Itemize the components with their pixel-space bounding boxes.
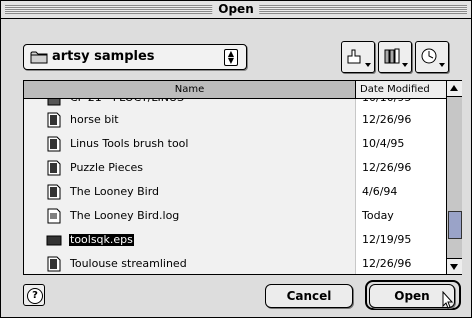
scroll-down-button[interactable] — [447, 258, 462, 274]
favorites-icon — [384, 48, 400, 64]
list-item[interactable]: horse bit 12/26/96 — [24, 108, 446, 132]
list-header: Name Date Modified — [24, 81, 446, 99]
recent-icon — [421, 48, 437, 64]
file-date: 12/26/96 — [362, 257, 412, 270]
file-date: 4/6/94 — [362, 185, 398, 198]
file-date: 12/19/95 — [362, 233, 412, 246]
favorites-button[interactable] — [378, 41, 412, 73]
file-date: 10/4/95 — [362, 137, 405, 150]
file-icon — [47, 99, 61, 106]
scroll-up-button[interactable] — [447, 81, 462, 97]
document-icon — [47, 184, 61, 200]
file-name: Puzzle Pieces — [70, 161, 144, 174]
folder-name: artsy samples — [52, 49, 155, 64]
mouse-pointer-icon — [442, 291, 454, 309]
vertical-scrollbar[interactable] — [446, 81, 462, 274]
file-rows: CP 21 - FLOCY/LINUS 10/10/95 horse bit 1… — [24, 99, 446, 274]
help-button[interactable]: ? — [23, 284, 45, 306]
list-item[interactable]: The Looney Bird.log Today — [24, 204, 446, 228]
help-icon: ? — [27, 288, 43, 304]
popup-arrows-icon: ▲ ▼ — [224, 49, 238, 66]
recent-button[interactable] — [415, 41, 449, 73]
name-column-header[interactable]: Name — [24, 81, 356, 98]
file-name: toolsqk.eps — [69, 233, 134, 246]
eps-file-icon — [46, 235, 62, 246]
folder-icon — [30, 51, 48, 64]
shortcuts-button[interactable] — [341, 41, 375, 73]
file-date: 12/26/96 — [362, 161, 412, 174]
file-name: The Looney Bird.log — [70, 209, 180, 222]
chevron-down-icon — [402, 63, 408, 67]
document-icon — [47, 160, 61, 176]
file-name: The Looney Bird — [70, 185, 160, 198]
open-dialog: Open artsy samples ▲ ▼ Name Date Modifie… — [0, 0, 472, 318]
file-name: Toulouse streamlined — [70, 257, 187, 270]
file-date: 12/26/96 — [362, 113, 412, 126]
dialog-title: Open — [212, 1, 260, 18]
folder-popup[interactable]: artsy samples ▲ ▼ — [23, 44, 247, 70]
document-icon — [47, 112, 61, 128]
file-name: horse bit — [70, 113, 119, 126]
file-list[interactable]: Name Date Modified CP 21 - FLOCY/LINUS 1… — [23, 80, 462, 275]
document-icon — [47, 136, 61, 152]
arrow-up-icon — [450, 85, 458, 91]
file-date: Today — [362, 209, 394, 222]
list-item[interactable]: Linus Tools brush tool 10/4/95 — [24, 132, 446, 156]
title-bar[interactable]: Open — [1, 1, 471, 19]
list-item[interactable]: Puzzle Pieces 12/26/96 — [24, 156, 446, 180]
chevron-down-icon — [365, 63, 371, 67]
scroll-thumb[interactable] — [448, 211, 462, 239]
cancel-button[interactable]: Cancel — [265, 284, 353, 308]
shortcuts-icon — [347, 49, 361, 64]
chevron-down-icon — [439, 63, 445, 67]
text-file-icon — [47, 208, 61, 224]
file-name: Linus Tools brush tool — [70, 137, 189, 150]
list-item[interactable]: Toulouse streamlined 12/26/96 — [24, 252, 446, 274]
arrow-down-icon — [450, 264, 458, 270]
document-icon — [47, 256, 61, 272]
list-item-selected[interactable]: toolsqk.eps 12/19/95 — [24, 228, 446, 252]
date-column-header[interactable]: Date Modified — [356, 81, 446, 98]
list-item[interactable]: The Looney Bird 4/6/94 — [24, 180, 446, 204]
